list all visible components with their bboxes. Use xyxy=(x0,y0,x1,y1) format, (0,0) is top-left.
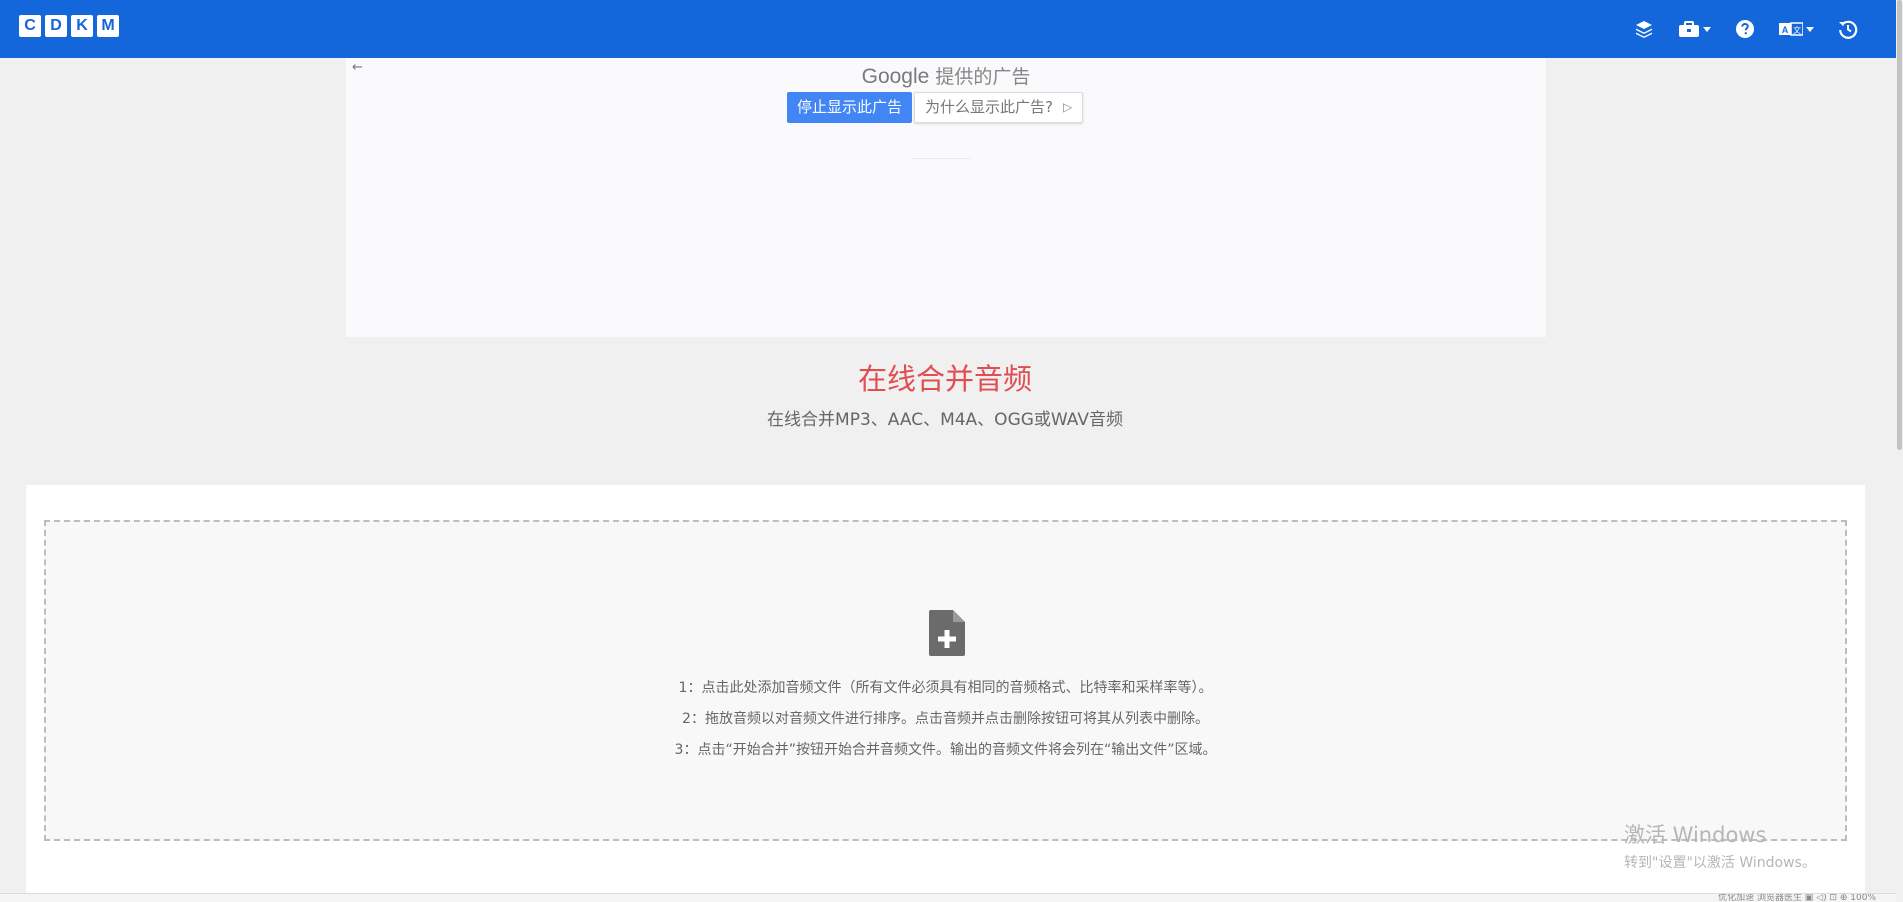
ad-frame: ← Google 提供的广告 停止显示此广告 为什么显示此广告? ▷ xyxy=(346,58,1546,337)
chevron-down-icon xyxy=(1703,26,1711,32)
scrollbar-thumb[interactable] xyxy=(1897,0,1902,450)
translate-icon: A 文 xyxy=(1779,22,1803,36)
svg-text:A: A xyxy=(1782,25,1789,35)
layers-button[interactable] xyxy=(1634,16,1654,42)
file-add-icon xyxy=(929,610,965,656)
layers-icon xyxy=(1636,21,1652,38)
page-title: 在线合并音频 xyxy=(857,362,1032,396)
windows-activation-watermark: 激活 Windows 转到"设置"以激活 Windows。 xyxy=(1624,819,1816,872)
toolbox-dropdown[interactable] xyxy=(1678,16,1711,42)
instruction-line: 3：点击“开始合并”按钮开始合并音频文件。输出的音频文件将会列在“输出文件”区域… xyxy=(674,742,1217,758)
ad-buttons: 停止显示此广告 为什么显示此广告? ▷ xyxy=(787,92,1084,123)
logo-letter-k: K xyxy=(71,15,93,37)
toolbox-icon xyxy=(1679,21,1699,37)
ad-provided-text: 提供的广告 xyxy=(929,66,1031,88)
why-ad-button[interactable]: 为什么显示此广告? ▷ xyxy=(914,92,1084,123)
watermark-title: 激活 Windows xyxy=(1624,823,1767,847)
statusbar-text: 优化加速 浏览器医生 ▣ ◁) ⊡ ⊕ 100% xyxy=(1718,893,1876,902)
language-dropdown[interactable]: A 文 xyxy=(1779,16,1814,42)
help-button[interactable] xyxy=(1735,16,1755,42)
history-button[interactable] xyxy=(1838,16,1858,42)
ad-divider xyxy=(911,158,971,159)
page-scrollbar[interactable] xyxy=(1896,0,1903,902)
history-icon xyxy=(1839,20,1858,39)
file-dropzone[interactable]: 1：点击此处添加音频文件（所有文件必须具有相同的音频格式、比特率和采样率等）。 … xyxy=(44,520,1847,841)
top-navbar: C D K M A 文 xyxy=(0,0,1896,58)
page-subtitle: 在线合并MP3、AAC、M4A、OGG或WAV音频 xyxy=(767,410,1123,430)
merge-card: 1：点击此处添加音频文件（所有文件必须具有相同的音频格式、比特率和采样率等）。 … xyxy=(26,485,1865,902)
site-logo[interactable]: C D K M xyxy=(19,15,119,37)
adchoices-icon: ▷ xyxy=(1062,100,1073,114)
instruction-line: 2：拖放音频以对音频文件进行排序。点击音频并点击删除按钮可将其从列表中删除。 xyxy=(682,711,1209,727)
logo-letter-d: D xyxy=(45,15,67,37)
navbar-actions: A 文 xyxy=(1610,16,1858,42)
svg-text:文: 文 xyxy=(1793,25,1801,35)
help-icon xyxy=(1736,20,1754,38)
why-ad-label: 为什么显示此广告? xyxy=(925,98,1053,116)
logo-letter-m: M xyxy=(97,15,119,37)
chevron-down-icon xyxy=(1806,26,1814,32)
logo-letter-c: C xyxy=(19,15,41,37)
browser-statusbar: 优化加速 浏览器医生 ▣ ◁) ⊡ ⊕ 100% xyxy=(0,893,1896,902)
ad-header: Google 提供的广告 xyxy=(346,62,1546,89)
watermark-subtitle: 转到"设置"以激活 Windows。 xyxy=(1624,855,1816,871)
google-wordmark: Google xyxy=(861,65,930,88)
instructions: 1：点击此处添加音频文件（所有文件必须具有相同的音频格式、比特率和采样率等）。 … xyxy=(46,673,1845,766)
instruction-line: 1：点击此处添加音频文件（所有文件必须具有相同的音频格式、比特率和采样率等）。 xyxy=(678,680,1213,696)
stop-ad-button[interactable]: 停止显示此广告 xyxy=(787,92,913,123)
